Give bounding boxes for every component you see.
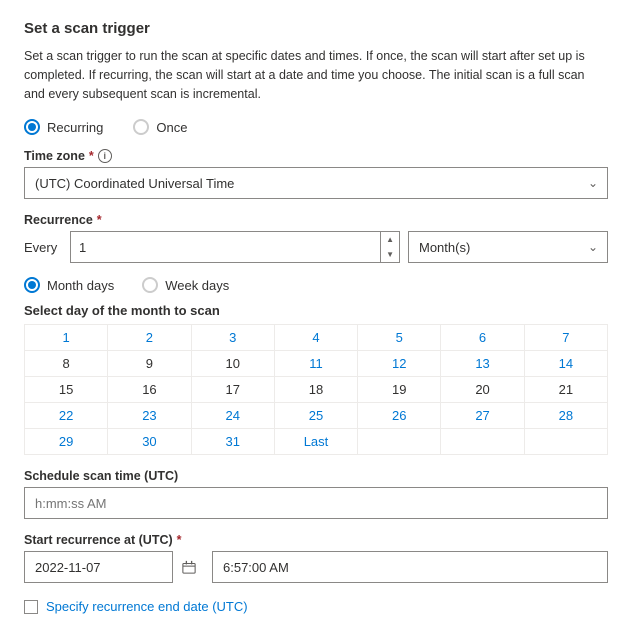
week-days-label: Week days bbox=[165, 278, 229, 293]
calendar-day[interactable]: 15 bbox=[25, 377, 108, 403]
calendar-day[interactable]: 11 bbox=[274, 351, 357, 377]
calendar-day[interactable]: 25 bbox=[274, 403, 357, 429]
calendar-day[interactable]: 26 bbox=[358, 403, 441, 429]
start-recurrence-label: Start recurrence at (UTC)* bbox=[24, 533, 608, 547]
spin-up-button[interactable]: ▲ bbox=[381, 232, 399, 247]
day-type-radio-group: Month days Week days bbox=[24, 277, 608, 293]
recurrence-label: Recurrence* bbox=[24, 213, 608, 227]
calendar-day[interactable]: 23 bbox=[108, 403, 191, 429]
trigger-radio-group: Recurring Once bbox=[24, 119, 608, 135]
scan-time-input[interactable] bbox=[24, 487, 608, 519]
recurring-radio[interactable]: Recurring bbox=[24, 119, 103, 135]
week-days-radio-circle bbox=[142, 277, 158, 293]
select-day-label: Select day of the month to scan bbox=[24, 303, 608, 318]
calendar-day[interactable]: 14 bbox=[524, 351, 607, 377]
calendar-grid: 1234567891011121314151617181920212223242… bbox=[24, 324, 608, 455]
calendar-day[interactable]: 8 bbox=[25, 351, 108, 377]
calendar-day[interactable]: 5 bbox=[358, 325, 441, 351]
calendar-day[interactable]: 29 bbox=[25, 429, 108, 455]
calendar-day[interactable]: 31 bbox=[191, 429, 274, 455]
calendar-day: - bbox=[441, 429, 524, 455]
calendar-day[interactable]: 6 bbox=[441, 325, 524, 351]
calendar-day[interactable]: 28 bbox=[524, 403, 607, 429]
calendar-day[interactable]: 19 bbox=[358, 377, 441, 403]
calendar-day[interactable]: 17 bbox=[191, 377, 274, 403]
week-days-radio[interactable]: Week days bbox=[142, 277, 229, 293]
spin-down-button[interactable]: ▼ bbox=[381, 247, 399, 262]
recurring-radio-label: Recurring bbox=[47, 120, 103, 135]
once-radio[interactable]: Once bbox=[133, 119, 187, 135]
once-radio-circle bbox=[133, 119, 149, 135]
calendar-day[interactable]: 21 bbox=[524, 377, 607, 403]
recurring-radio-circle bbox=[24, 119, 40, 135]
page-description: Set a scan trigger to run the scan at sp… bbox=[24, 47, 608, 103]
every-input[interactable] bbox=[71, 232, 380, 262]
timezone-label: Time zone* i bbox=[24, 149, 608, 163]
month-days-radio-circle bbox=[24, 277, 40, 293]
calendar-day[interactable]: 22 bbox=[25, 403, 108, 429]
calendar-day[interactable]: 9 bbox=[108, 351, 191, 377]
calendar-day[interactable]: 7 bbox=[524, 325, 607, 351]
calendar-day[interactable]: 4 bbox=[274, 325, 357, 351]
calendar-day[interactable]: 3 bbox=[191, 325, 274, 351]
calendar-day[interactable]: 30 bbox=[108, 429, 191, 455]
month-days-label: Month days bbox=[47, 278, 114, 293]
calendar-day[interactable]: 10 bbox=[191, 351, 274, 377]
recurrence-row: Every ▲ ▼ Month(s) ⌄ bbox=[24, 231, 608, 263]
timezone-select-wrapper: (UTC) Coordinated Universal Time ⌄ bbox=[24, 167, 608, 199]
spin-buttons: ▲ ▼ bbox=[380, 232, 399, 262]
every-label: Every bbox=[24, 240, 62, 255]
recurrence-section: Recurrence* Every ▲ ▼ Month(s) ⌄ bbox=[24, 213, 608, 263]
every-input-wrapper: ▲ ▼ bbox=[70, 231, 400, 263]
calendar-day: - bbox=[358, 429, 441, 455]
timezone-info-icon[interactable]: i bbox=[98, 149, 112, 163]
calendar-day[interactable]: 20 bbox=[441, 377, 524, 403]
start-recurrence-row bbox=[24, 551, 608, 583]
period-select-wrapper: Month(s) ⌄ bbox=[408, 231, 608, 263]
month-days-radio[interactable]: Month days bbox=[24, 277, 114, 293]
calendar-day[interactable]: 12 bbox=[358, 351, 441, 377]
calendar-day[interactable]: 27 bbox=[441, 403, 524, 429]
end-date-checkbox[interactable] bbox=[24, 600, 38, 614]
calendar-day[interactable]: 2 bbox=[108, 325, 191, 351]
calendar-day: - bbox=[524, 429, 607, 455]
period-select[interactable]: Month(s) bbox=[408, 231, 608, 263]
start-time-input[interactable] bbox=[212, 551, 608, 583]
end-date-label[interactable]: Specify recurrence end date (UTC) bbox=[46, 599, 248, 614]
scan-time-section: Schedule scan time (UTC) bbox=[24, 469, 608, 519]
calendar-day[interactable]: 1 bbox=[25, 325, 108, 351]
date-input-wrapper bbox=[24, 551, 204, 583]
calendar-day[interactable]: 16 bbox=[108, 377, 191, 403]
end-date-row: Specify recurrence end date (UTC) bbox=[24, 599, 608, 614]
calendar-day[interactable]: 18 bbox=[274, 377, 357, 403]
page-title: Set a scan trigger bbox=[24, 20, 608, 37]
once-radio-label: Once bbox=[156, 120, 187, 135]
calendar-icon-button[interactable] bbox=[172, 551, 204, 583]
calendar-day[interactable]: 24 bbox=[191, 403, 274, 429]
timezone-select[interactable]: (UTC) Coordinated Universal Time bbox=[24, 167, 608, 199]
calendar-day[interactable]: 13 bbox=[441, 351, 524, 377]
calendar-day[interactable]: Last bbox=[274, 429, 357, 455]
scan-time-label: Schedule scan time (UTC) bbox=[24, 469, 608, 483]
